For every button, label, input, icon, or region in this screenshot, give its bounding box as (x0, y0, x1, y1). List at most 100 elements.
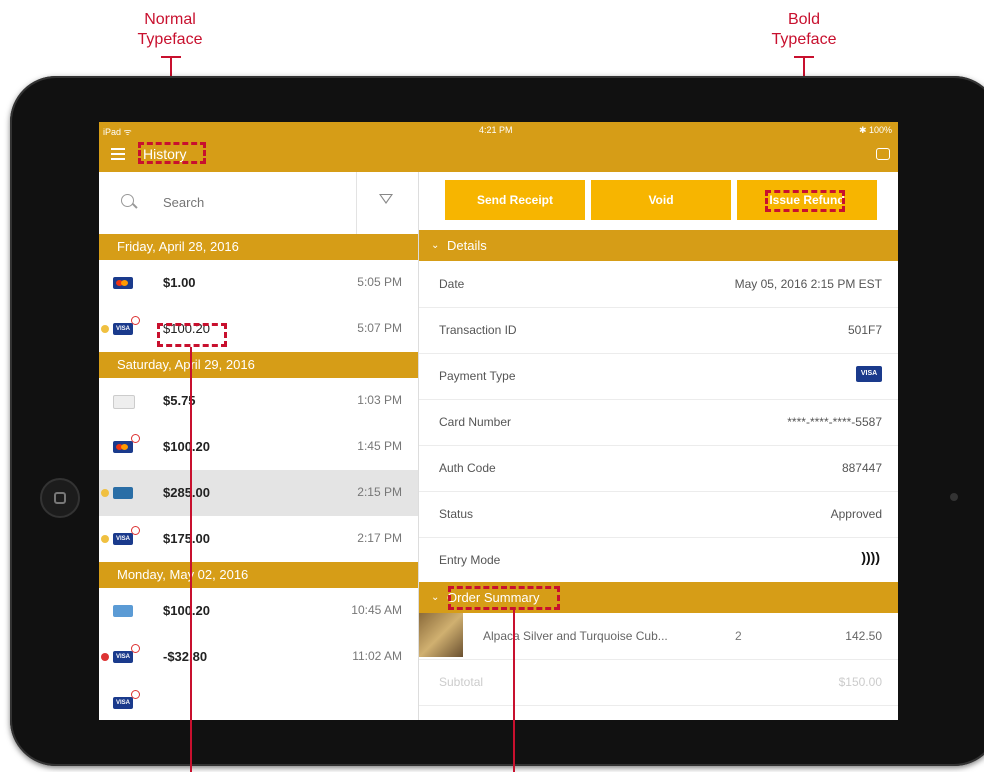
detail-row: Card Number ****-****-****-5587 (419, 399, 898, 446)
item-name: Alpaca Silver and Turquoise Cub... (483, 629, 668, 643)
time: 2:17 PM (357, 531, 402, 545)
product-thumbnail (419, 613, 463, 657)
time: 5:05 PM (357, 275, 402, 289)
time: 11:02 AM (352, 649, 402, 663)
void-icon (131, 644, 140, 653)
void-button[interactable]: Void (591, 180, 731, 220)
subtotal-value: $150.00 (838, 675, 882, 689)
void-icon (131, 526, 140, 535)
callout-bold-line2: Typeface (771, 31, 837, 48)
callout-leader (190, 347, 192, 772)
void-icon (131, 690, 140, 699)
detail-row: Transaction ID 501F7 (419, 307, 898, 354)
visa-icon: VISA (113, 697, 133, 709)
callout-leader (513, 610, 515, 772)
transaction-row[interactable]: $100.20 1:45 PM (99, 424, 418, 471)
detail-row: Entry Mode )))) (419, 537, 898, 584)
visa-icon: VISA (856, 366, 882, 382)
chevron-down-icon: ⌄ (431, 240, 440, 251)
detail-row: Payment Type VISA (419, 353, 898, 400)
detail-label: Status (439, 507, 474, 521)
camera (950, 493, 958, 501)
status-bar: iPad ᯤ 4:21 PM ✱ 100% (99, 122, 898, 138)
highlight-amount (157, 323, 227, 347)
amount: $100.20 (163, 603, 210, 618)
item-price: 142.50 (845, 629, 882, 643)
highlight-order-summary (448, 586, 560, 610)
detail-value: 501F7 (847, 323, 882, 337)
transaction-row[interactable]: $5.75 1:03 PM (99, 378, 418, 425)
detail-label: Date (439, 277, 465, 291)
detail-label: Card Number (439, 415, 512, 429)
date-header: Saturday, April 29, 2016 (99, 352, 418, 378)
amex-icon (113, 605, 133, 617)
time: 10:45 AM (351, 603, 402, 617)
subtotal-label: Subtotal (439, 675, 484, 689)
transaction-list: Friday, April 28, 2016 $1.00 5:05 PM VIS… (99, 172, 419, 720)
search-icon (121, 194, 134, 207)
time: 1:45 PM (357, 439, 402, 453)
send-receipt-button[interactable]: Send Receipt (445, 180, 585, 220)
void-icon (131, 316, 140, 325)
amount: $100.20 (163, 439, 210, 454)
void-icon (131, 434, 140, 443)
detail-label: Auth Code (439, 461, 496, 475)
chip-icon (101, 325, 109, 333)
detail-row: Status Approved (419, 491, 898, 538)
highlight-issue-refund (765, 190, 845, 212)
detail-row: Auth Code 887447 (419, 445, 898, 492)
app-bar: History (99, 138, 898, 172)
date-header: Monday, May 02, 2016 (99, 562, 418, 588)
mastercard-icon (113, 277, 133, 289)
chat-icon[interactable] (876, 148, 890, 160)
details-title: Details (447, 238, 487, 253)
mastercard-icon (113, 441, 133, 453)
transaction-row[interactable]: VISA $175.00 2:17 PM (99, 516, 418, 563)
transaction-detail: Send Receipt Void Issue Refund ⌄ Details… (419, 172, 898, 720)
order-item-row[interactable]: Alpaca Silver and Turquoise Cub... 2 142… (419, 613, 898, 660)
callout-normal-typeface: Normal Typeface (130, 10, 210, 50)
amount: $1.00 (163, 275, 196, 290)
amount: $285.00 (163, 485, 210, 500)
time: 5:07 PM (357, 321, 402, 335)
callout-normal-line2: Typeface (137, 31, 203, 48)
discover-icon (113, 395, 135, 409)
transaction-row[interactable]: VISA $100.20 5:07 PM (99, 306, 418, 353)
callout-bold-line1: Bold (787, 11, 821, 28)
detail-label: Transaction ID (439, 323, 517, 337)
visa-icon: VISA (113, 323, 133, 335)
details-header[interactable]: ⌄ Details (419, 230, 898, 261)
carrier-label: iPad ᯤ (103, 127, 132, 137)
detail-value: ****-****-****-5587 (787, 415, 882, 429)
transaction-row[interactable]: $100.20 10:45 AM (99, 588, 418, 635)
search-bar (99, 172, 418, 235)
amount: -$32.80 (163, 649, 208, 664)
cash-icon (113, 487, 133, 499)
detail-value: May 05, 2016 2:15 PM EST (734, 277, 882, 291)
home-button[interactable] (40, 478, 80, 518)
divider (356, 172, 357, 234)
item-quantity: 2 (735, 629, 742, 643)
detail-label: Payment Type (439, 369, 516, 383)
subtotal-row: Subtotal $150.00 (419, 659, 898, 706)
detail-value: Approved (830, 507, 882, 521)
visa-icon: VISA (113, 533, 133, 545)
transaction-row[interactable]: VISA (99, 680, 418, 720)
time: 1:03 PM (357, 393, 402, 407)
chip-icon (101, 489, 109, 497)
filter-icon[interactable] (379, 194, 393, 204)
detail-label: Entry Mode (439, 553, 501, 567)
amount: $175.00 (163, 531, 210, 546)
search-input[interactable] (161, 194, 315, 211)
battery-indicator: ✱ 100% (858, 125, 892, 135)
hamburger-menu-icon[interactable] (111, 148, 125, 163)
contactless-icon: )))) (861, 549, 880, 565)
transaction-row-selected[interactable]: $285.00 2:15 PM (99, 470, 418, 517)
transaction-row[interactable]: VISA -$32.80 11:02 AM (99, 634, 418, 681)
visa-icon: VISA (113, 651, 133, 663)
transaction-row[interactable]: $1.00 5:05 PM (99, 260, 418, 307)
chip-icon (101, 653, 109, 661)
chevron-down-icon: ⌄ (431, 592, 440, 603)
callout-bold-typeface: Bold Typeface (764, 10, 844, 50)
highlight-history (138, 142, 206, 164)
